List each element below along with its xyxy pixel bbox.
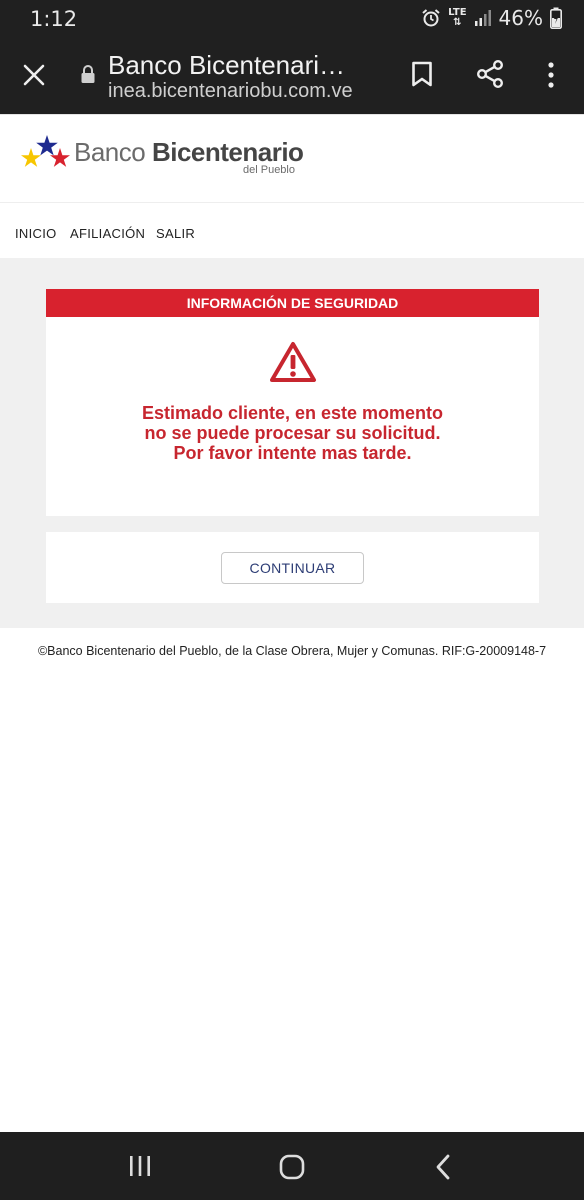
site-nav: INICIO AFILIACIÓN SALIR (0, 202, 584, 258)
alarm-icon (422, 9, 440, 27)
lock-icon[interactable] (80, 64, 96, 84)
security-info-panel: INFORMACIÓN DE SEGURIDAD Estimado client… (46, 289, 539, 516)
battery-charging-icon (550, 7, 562, 29)
status-bar: 1:12 LTE ⇅ 46% (0, 0, 584, 36)
status-icons: LTE ⇅ 46% (421, 6, 562, 30)
more-options-icon[interactable] (544, 61, 558, 89)
home-icon[interactable] (279, 1154, 305, 1180)
status-time: 1:12 (30, 7, 78, 31)
site-header: Banco Bicentenario del Pueblo (0, 114, 584, 202)
nav-item-afiliacion[interactable]: AFILIACIÓN (70, 226, 145, 241)
warning-icon (270, 342, 316, 382)
recent-apps-icon[interactable] (128, 1155, 152, 1177)
data-arrows-icon: ⇅ (453, 17, 462, 28)
back-icon[interactable] (435, 1154, 451, 1180)
footer-copyright: ©Banco Bicentenario del Pueblo, de la Cl… (37, 644, 547, 658)
close-icon[interactable] (22, 63, 46, 87)
logo-text-light: Banco (74, 137, 152, 167)
page-title[interactable]: Banco Bicentenari… (108, 50, 380, 81)
logo-text-bold: Bicentenario (151, 137, 304, 167)
error-message: Estimado cliente, en este momento no se … (141, 403, 444, 463)
continue-button[interactable]: CONTINUAR (221, 552, 364, 584)
main-content: INFORMACIÓN DE SEGURIDAD Estimado client… (0, 258, 584, 628)
system-nav-bar (0, 1132, 584, 1200)
signal-icon (474, 10, 491, 26)
bookmark-icon[interactable] (411, 61, 433, 87)
browser-toolbar: Banco Bicentenari… inea.bicentenariobu.c… (0, 36, 584, 114)
battery-percent: 46% (498, 6, 543, 30)
nav-item-salir[interactable]: SALIR (156, 226, 195, 241)
bank-logo-subtitle: del Pueblo (243, 164, 295, 176)
lte-indicator: LTE ⇅ (448, 8, 466, 28)
share-icon[interactable] (476, 60, 504, 88)
actions-panel: CONTINUAR (46, 532, 539, 603)
page-url[interactable]: inea.bicentenariobu.com.ve (108, 80, 353, 103)
security-panel-header: INFORMACIÓN DE SEGURIDAD (46, 289, 539, 317)
nav-item-inicio[interactable]: INICIO (15, 226, 57, 241)
bank-logo-stars-icon (21, 135, 70, 167)
